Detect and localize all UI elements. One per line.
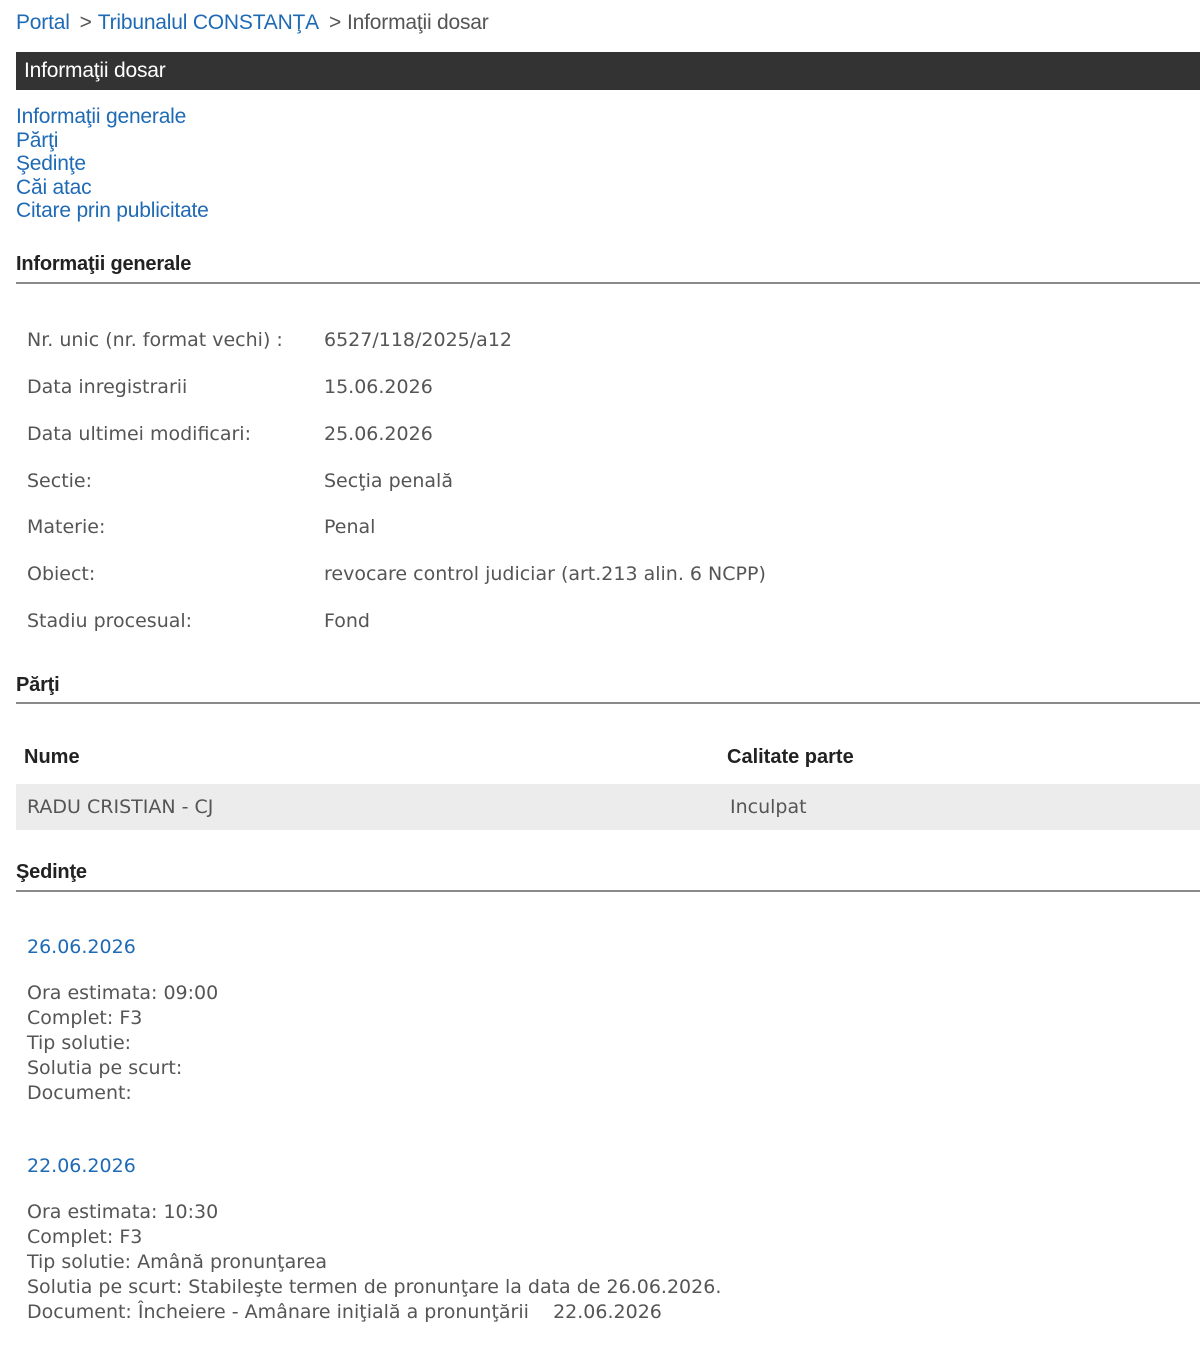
session-ora: Ora estimata: 09:00 xyxy=(27,982,219,1004)
section-title-parti: Părţi xyxy=(16,674,60,696)
nav-link-citare-prin-publicitate[interactable]: Citare prin publicitate xyxy=(16,199,209,223)
section-divider xyxy=(16,890,1200,892)
breadcrumb-court-link[interactable]: Tribunalul CONSTANŢA xyxy=(98,11,319,34)
info-label: Stadiu procesual: xyxy=(27,610,193,632)
column-header-nume: Nume xyxy=(24,746,80,768)
section-nav: Informaţii generale Părţi Şedinţe Căi at… xyxy=(16,105,209,223)
party-name: RADU CRISTIAN - CJ xyxy=(27,796,214,818)
breadcrumb: Portal > Tribunalul CONSTANŢA > Informaţii d… xyxy=(16,11,489,35)
section-title-sedinte: Şedinţe xyxy=(16,861,87,883)
info-label: Nr. unic (nr. format vechi) : xyxy=(27,329,283,351)
info-label: Sectie: xyxy=(27,470,93,492)
info-label: Materie: xyxy=(27,516,106,538)
session-tip-solutie: Tip solutie: Amână pronunţarea xyxy=(27,1251,328,1273)
breadcrumb-separator: > xyxy=(79,11,92,34)
info-value: Fond xyxy=(324,610,370,632)
info-value: 15.06.2026 xyxy=(324,376,433,398)
breadcrumb-separator: > xyxy=(328,11,342,34)
session-complet: Complet: F3 xyxy=(27,1007,143,1029)
section-title-informatii-generale: Informaţii generale xyxy=(16,253,192,275)
info-label: Data inregistrarii xyxy=(27,376,188,398)
page-header: Informaţii dosar xyxy=(16,52,1200,90)
info-value: 6527/118/2025/a12 xyxy=(324,329,512,351)
nav-link-cai-atac[interactable]: Căi atac xyxy=(16,176,209,200)
info-value: Secţia penală xyxy=(324,470,453,492)
session-tip-solutie: Tip solutie: xyxy=(27,1032,132,1054)
session-item: 22.06.2026 Ora estimata: 10:30 Complet: … xyxy=(27,1155,721,1325)
nav-link-parti[interactable]: Părţi xyxy=(16,129,209,153)
nav-link-sedinte[interactable]: Şedinţe xyxy=(16,152,209,176)
breadcrumb-portal-link[interactable]: Portal xyxy=(16,11,70,34)
session-date-link[interactable]: 26.06.2026 xyxy=(27,936,218,958)
section-divider xyxy=(16,282,1200,284)
session-ora: Ora estimata: 10:30 xyxy=(27,1201,219,1223)
info-value: Penal xyxy=(324,516,376,538)
session-date-link[interactable]: 22.06.2026 xyxy=(27,1155,721,1177)
session-document: Document: Încheiere - Amânare iniţială a… xyxy=(27,1301,662,1323)
nav-link-informatii-generale[interactable]: Informaţii generale xyxy=(16,105,209,129)
info-label: Data ultimei modificari: xyxy=(27,423,251,445)
session-solutia-pe-scurt: Solutia pe scurt: xyxy=(27,1057,183,1079)
info-label: Obiect: xyxy=(27,563,96,585)
table-row: RADU CRISTIAN - CJ Inculpat xyxy=(16,784,1200,830)
info-value: 25.06.2026 xyxy=(324,423,433,445)
info-value: revocare control judiciar (art.213 alin.… xyxy=(324,563,766,585)
column-header-calitate-parte: Calitate parte xyxy=(727,746,854,768)
session-solutia-pe-scurt: Solutia pe scurt: Stabileşte termen de p… xyxy=(27,1276,722,1298)
session-complet: Complet: F3 xyxy=(27,1226,143,1248)
session-item: 26.06.2026 Ora estimata: 09:00 Complet: … xyxy=(27,936,218,1106)
breadcrumb-current: Informaţii dosar xyxy=(347,11,489,34)
session-document: Document: xyxy=(27,1082,132,1104)
section-divider xyxy=(16,702,1200,704)
party-role: Inculpat xyxy=(730,796,807,818)
